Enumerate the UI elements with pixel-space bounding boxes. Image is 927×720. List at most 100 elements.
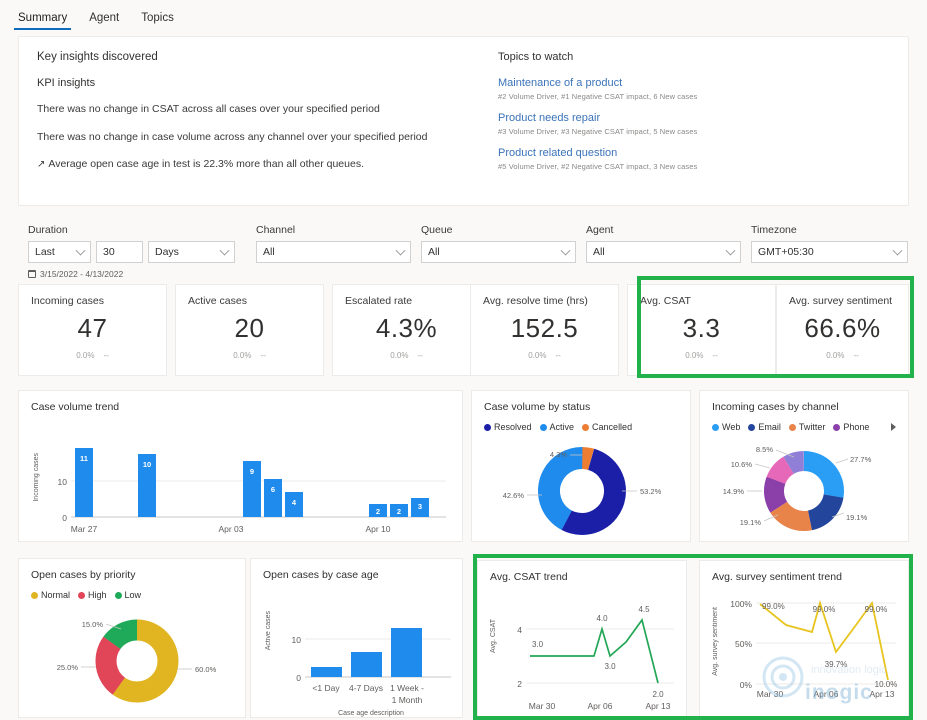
chevron-down-icon xyxy=(561,246,571,256)
y-tick: 0 xyxy=(62,513,67,523)
bar[interactable] xyxy=(391,628,422,677)
topic-item[interactable]: Maintenance of a product #2 Volume Drive… xyxy=(498,77,890,101)
legend-expand-arrow-icon[interactable] xyxy=(891,423,896,431)
pie-label-web: 27.7% xyxy=(850,455,872,464)
y-axis-title: Avg. survey sentiment xyxy=(712,607,719,676)
kpi-card-avg-csat[interactable]: Avg. CSAT 3.3 0.0%-- xyxy=(627,284,776,376)
pie-label-6: 8.5% xyxy=(756,445,773,454)
status-donut-plot: 4.3% 53.2% 42.6% xyxy=(482,433,682,538)
legend-item-high[interactable]: High xyxy=(78,590,107,600)
x-tick: Apr 06 xyxy=(587,701,612,711)
kpi-value: 66.6% xyxy=(789,313,896,344)
y-tick: 4 xyxy=(517,625,522,635)
bar[interactable] xyxy=(311,667,342,677)
legend-item-resolved[interactable]: Resolved xyxy=(484,422,532,432)
topic-title[interactable]: Product needs repair xyxy=(498,112,890,124)
kpi-card-escalated-rate[interactable]: Escalated rate 4.3% 0.0%-- xyxy=(332,284,481,376)
x-tick: Apr 03 xyxy=(218,524,243,534)
timezone-select[interactable]: GMT+05:30 xyxy=(751,241,908,263)
tab-summary[interactable]: Summary xyxy=(10,8,75,30)
y-tick: 100% xyxy=(730,599,752,609)
legend-color-dot xyxy=(31,592,38,599)
legend-color-dot xyxy=(484,424,491,431)
priority-donut-plot: 15.0% 25.0% 60.0% xyxy=(29,603,235,713)
legend-item-cancelled[interactable]: Cancelled xyxy=(582,422,632,432)
legend-item-normal[interactable]: Normal xyxy=(31,590,70,600)
legend-color-dot xyxy=(540,424,547,431)
x-tick: 1 Month xyxy=(392,695,423,705)
duration-count-input[interactable]: 30 xyxy=(96,241,143,263)
date-range-display: 3/15/2022 - 4/13/2022 xyxy=(28,269,123,279)
legend-label: Phone xyxy=(843,422,869,432)
line-label: 39.7% xyxy=(825,660,848,669)
kpi-insights-section: Key insights discovered KPI insights The… xyxy=(37,51,492,191)
legend: Normal High Low xyxy=(31,590,233,600)
legend-label: Web xyxy=(722,422,740,432)
legend-color-dot xyxy=(748,424,755,431)
y-axis-title: Active cases xyxy=(265,611,272,650)
x-tick: Mar 30 xyxy=(757,689,784,699)
legend-item-low[interactable]: Low xyxy=(115,590,142,600)
chart-title: Case volume by status xyxy=(484,401,678,413)
kpi-delta: 0.0%-- xyxy=(188,351,311,360)
chart-title: Open cases by case age xyxy=(263,569,450,581)
pie-label-active: 42.6% xyxy=(503,491,525,500)
case-volume-trend-plot: 10 0 11 10 9 6 4 2 2 3 Mar 27 Apr 03 Apr… xyxy=(31,421,452,539)
x-tick: Mar 27 xyxy=(71,524,98,534)
kpi-card-incoming-cases[interactable]: Incoming cases 47 0.0%-- xyxy=(18,284,167,376)
bar-label: 2 xyxy=(376,507,380,516)
insight-line-2: There was no change in case volume acros… xyxy=(37,131,492,145)
agent-select[interactable]: All xyxy=(586,241,741,263)
kpi-delta-pct: 0.0% xyxy=(76,351,94,360)
tab-agent[interactable]: Agent xyxy=(81,8,127,30)
timezone-label: Timezone xyxy=(751,224,908,236)
line-label: 4.0 xyxy=(596,614,608,623)
legend-item-email[interactable]: Email xyxy=(748,422,781,432)
kpi-value: 47 xyxy=(31,313,154,344)
legend-item-phone[interactable]: Phone xyxy=(833,422,869,432)
bar-label: 6 xyxy=(271,485,275,494)
queue-filter-group: Queue All xyxy=(421,224,576,263)
channel-filter-group: Channel All xyxy=(256,224,411,263)
duration-mode-value: Last xyxy=(35,246,55,258)
pie-label-5: 10.6% xyxy=(731,460,753,469)
topic-title[interactable]: Maintenance of a product xyxy=(498,77,890,89)
key-insights-heading: Key insights discovered xyxy=(37,51,492,63)
queue-select[interactable]: All xyxy=(421,241,576,263)
kpi-card-avg-resolve-time[interactable]: Avg. resolve time (hrs) 152.5 0.0%-- xyxy=(470,284,619,376)
bar-label: 11 xyxy=(80,454,88,463)
legend-label: Low xyxy=(125,590,142,600)
bar-label: 9 xyxy=(250,467,254,476)
chart-title: Open cases by priority xyxy=(31,569,233,581)
kpi-delta: 0.0%-- xyxy=(789,351,896,360)
y-tick: 50% xyxy=(735,639,752,649)
bar-label: 10 xyxy=(143,460,151,469)
bar[interactable] xyxy=(351,652,382,677)
calendar-icon xyxy=(28,270,36,278)
legend-item-web[interactable]: Web xyxy=(712,422,740,432)
agent-filter-group: Agent All xyxy=(586,224,741,263)
kpi-title: Avg. survey sentiment xyxy=(789,295,896,307)
kpi-delta-pct: 0.0% xyxy=(233,351,251,360)
topic-item[interactable]: Product needs repair #3 Volume Driver, #… xyxy=(498,112,890,136)
pie-label-normal: 60.0% xyxy=(195,665,217,674)
duration-unit-select[interactable]: Days xyxy=(148,241,235,263)
legend-item-twitter[interactable]: Twitter xyxy=(789,422,826,432)
chart-card-case-volume-by-status: Case volume by status Resolved Active Ca… xyxy=(471,390,691,542)
channel-select[interactable]: All xyxy=(256,241,411,263)
kpi-card-active-cases[interactable]: Active cases 20 0.0%-- xyxy=(175,284,324,376)
chart-card-incoming-cases-by-channel: Incoming cases by channel Web Email Twit… xyxy=(699,390,909,542)
topic-title[interactable]: Product related question xyxy=(498,147,890,159)
timezone-value: GMT+05:30 xyxy=(758,246,814,258)
insight-line-3-row: ↗Average open case age in test is 22.3% … xyxy=(37,158,492,172)
topic-subtitle: #5 Volume Driver, #2 Negative CSAT impac… xyxy=(498,162,890,171)
kpi-card-avg-survey-sentiment[interactable]: Avg. survey sentiment 66.6% 0.0%-- xyxy=(776,284,909,376)
topic-item[interactable]: Product related question #5 Volume Drive… xyxy=(498,147,890,171)
duration-mode-select[interactable]: Last xyxy=(28,241,91,263)
x-tick: 4-7 Days xyxy=(349,683,383,693)
chart-card-case-volume-trend: Case volume trend 10 0 11 10 9 6 4 2 2 3… xyxy=(18,390,463,542)
kpi-trend: -- xyxy=(103,351,108,360)
kpi-trend: -- xyxy=(712,351,717,360)
tab-topics[interactable]: Topics xyxy=(133,8,182,30)
legend-item-active[interactable]: Active xyxy=(540,422,575,432)
